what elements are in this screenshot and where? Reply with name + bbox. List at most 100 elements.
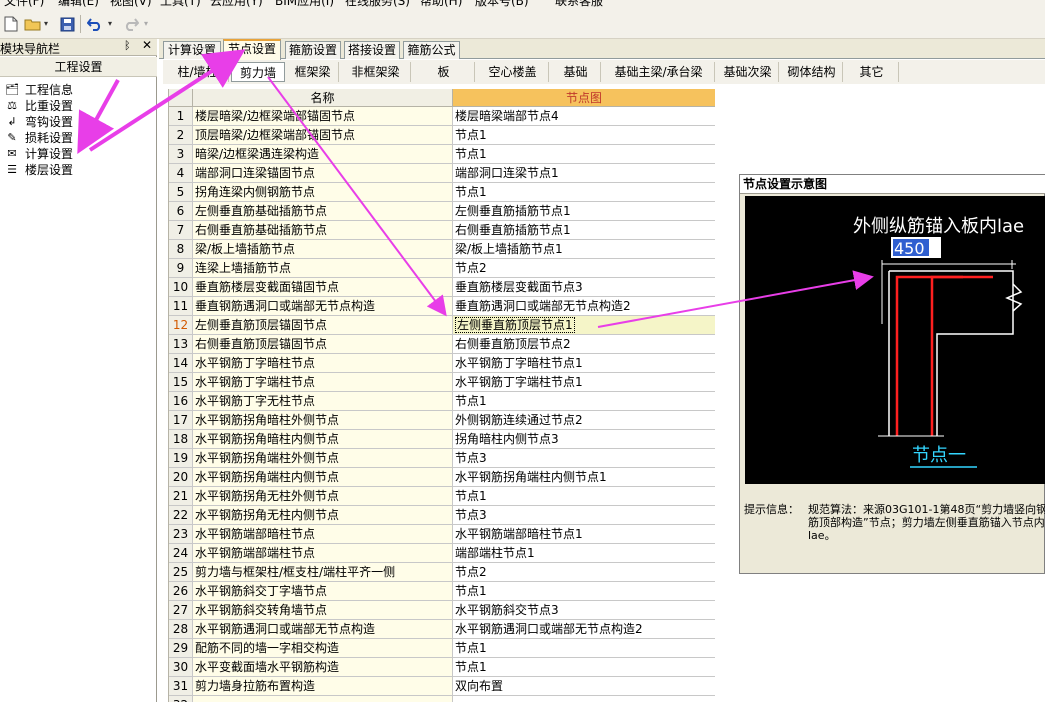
table-row[interactable]: 11 垂直钢筋遇洞口或端部无节点构造 垂直筋遇洞口或端部无节点构造2 [169, 297, 715, 316]
table-row[interactable]: 5 拐角连梁内侧钢筋节点 节点1 [169, 183, 715, 202]
row-node-value[interactable]: 右侧垂直筋插筋节点1 [453, 221, 715, 240]
table-row[interactable]: 24 水平钢筋端部端柱节点 端部端柱节点1 [169, 544, 715, 563]
menu-view[interactable]: 视图(V) [110, 0, 152, 9]
row-node-value[interactable]: 左侧垂直筋顶层节点1 [453, 316, 715, 335]
subtab-other[interactable]: 其它 [845, 62, 899, 82]
table-row[interactable]: 20 水平钢筋拐角端柱内侧节点 水平钢筋拐角端柱内侧节点1 [169, 468, 715, 487]
row-node-value[interactable]: 拐角暗柱内侧节点3 [453, 430, 715, 449]
row-node-value[interactable]: 楼层暗梁端部节点4 [453, 107, 715, 126]
subtab-hollow-slab[interactable]: 空心楼盖 [477, 62, 549, 82]
header-node-diagram[interactable]: 节点图 [453, 89, 715, 107]
save-icon[interactable] [58, 15, 76, 33]
undo-dropdown-icon[interactable]: ▾ [108, 19, 112, 28]
row-node-value[interactable]: 水平钢筋拐角端柱内侧节点1 [453, 468, 715, 487]
header-name[interactable]: 名称 [193, 89, 453, 107]
row-node-value[interactable]: 节点1 [453, 487, 715, 506]
table-row[interactable]: 22 水平钢筋拐角无柱内侧节点 节点3 [169, 506, 715, 525]
table-row[interactable]: 8 梁/板上墙插筋节点 梁/板上墙插筋节点1 [169, 240, 715, 259]
row-node-value[interactable]: 节点1 [453, 126, 715, 145]
subtab-nonframe-beam[interactable]: 非框架梁 [341, 62, 411, 82]
row-node-value[interactable]: 水平钢筋斜交节点3 [453, 601, 715, 620]
row-node-value[interactable]: 节点1 [453, 658, 715, 677]
table-row[interactable]: 10 垂直筋楼层变截面锚固节点 垂直筋楼层变截面节点3 [169, 278, 715, 297]
open-dropdown-icon[interactable]: ▾ [44, 19, 48, 28]
table-row[interactable]: 6 左侧垂直筋基础插筋节点 左侧垂直筋插筋节点1 [169, 202, 715, 221]
menu-contact[interactable]: 联系客服 [555, 0, 603, 9]
subtab-masonry[interactable]: 砌体结构 [781, 62, 843, 82]
subtab-slab[interactable]: 板 [413, 62, 475, 82]
table-row[interactable]: 21 水平钢筋拐角无柱外侧节点 节点1 [169, 487, 715, 506]
row-node-value[interactable]: 节点3 [453, 506, 715, 525]
table-row[interactable]: 29 配筋不同的墙一字相交构造 节点1 [169, 639, 715, 658]
redo-icon[interactable] [122, 15, 140, 33]
row-node-value[interactable]: 节点1 [453, 392, 715, 411]
row-node-value[interactable]: 双向布置 [453, 677, 715, 696]
row-node-value[interactable]: 外侧钢筋连续通过节点2 [453, 411, 715, 430]
tab-calc-settings[interactable]: 计算设置 [163, 41, 221, 59]
menu-bim[interactable]: BIM应用(I) [275, 0, 334, 9]
row-node-value[interactable]: 节点3 [453, 449, 715, 468]
subtab-foundation-main-beam[interactable]: 基础主梁/承台梁 [603, 62, 715, 82]
nav-item-floor[interactable]: ☰ 楼层设置 [4, 161, 73, 177]
table-row[interactable]: 19 水平钢筋拐角端柱外侧节点 节点3 [169, 449, 715, 468]
menu-tools[interactable]: 工具(T) [160, 0, 201, 9]
table-row[interactable]: 13 右侧垂直筋顶层锚固节点 右侧垂直筋顶层节点2 [169, 335, 715, 354]
pin-icon[interactable]: ᛒ [124, 39, 131, 52]
subtab-foundation[interactable]: 基础 [551, 62, 601, 82]
table-row[interactable]: 9 连梁上墙插筋节点 节点2 [169, 259, 715, 278]
table-row[interactable]: 15 水平钢筋丁字端柱节点 水平钢筋丁字端柱节点1 [169, 373, 715, 392]
table-row[interactable]: 12 左侧垂直筋顶层锚固节点 左侧垂直筋顶层节点1 [169, 316, 715, 335]
row-node-value[interactable]: 节点2 [453, 259, 715, 278]
close-icon[interactable]: ✕ [142, 38, 152, 52]
row-node-value[interactable]: 节点1 [453, 582, 715, 601]
nav-section-project-settings[interactable]: 工程设置 [0, 57, 157, 77]
nav-item-hook[interactable]: ↲ 弯钩设置 [4, 113, 73, 129]
table-row[interactable]: 25 剪力墙与框架柱/框支柱/端柱平齐一侧 节点2 [169, 563, 715, 582]
row-node-value[interactable]: 水平钢筋丁字端柱节点1 [453, 373, 715, 392]
table-row[interactable]: 17 水平钢筋拐角暗柱外侧节点 外侧钢筋连续通过节点2 [169, 411, 715, 430]
row-node-value[interactable]: 水平钢筋丁字暗柱节点1 [453, 354, 715, 373]
undo-icon[interactable] [86, 15, 104, 33]
table-row[interactable]: 26 水平钢筋斜交丁字墙节点 节点1 [169, 582, 715, 601]
row-node-value[interactable]: 端部端柱节点1 [453, 544, 715, 563]
table-row[interactable]: 7 右侧垂直筋基础插筋节点 右侧垂直筋插筋节点1 [169, 221, 715, 240]
row-node-value[interactable] [453, 696, 715, 702]
menu-cloud[interactable]: 云应用(Y) [210, 0, 263, 9]
row-node-value[interactable]: 右侧垂直筋顶层节点2 [453, 335, 715, 354]
row-node-value[interactable]: 节点1 [453, 639, 715, 658]
subtab-column-wall[interactable]: 柱/墙柱 [167, 62, 229, 82]
table-row[interactable]: 2 顶层暗梁/边框梁端部锚固节点 节点1 [169, 126, 715, 145]
table-row[interactable]: 32 [169, 696, 715, 702]
table-row[interactable]: 3 暗梁/边框梁遇连梁构造 节点1 [169, 145, 715, 164]
tab-stirrup-formula[interactable]: 箍筋公式 [403, 41, 460, 59]
row-node-value[interactable]: 垂直筋遇洞口或端部无节点构造2 [453, 297, 715, 316]
table-row[interactable]: 31 剪力墙身拉筋布置构造 双向布置 [169, 677, 715, 696]
row-node-value[interactable]: 垂直筋楼层变截面节点3 [453, 278, 715, 297]
row-node-value[interactable]: 左侧垂直筋插筋节点1 [453, 202, 715, 221]
nav-item-loss[interactable]: ✎ 损耗设置 [4, 129, 73, 145]
row-node-value[interactable]: 梁/板上墙插筋节点1 [453, 240, 715, 259]
nav-item-project-info[interactable]: 🗂 工程信息 [4, 81, 73, 97]
tab-stirrup-settings[interactable]: 箍筋设置 [285, 41, 341, 59]
row-node-value[interactable]: 端部洞口连梁节点1 [453, 164, 715, 183]
subtab-foundation-secondary-beam[interactable]: 基础次梁 [717, 62, 779, 82]
nav-item-calc-settings[interactable]: ✉ 计算设置 [4, 144, 74, 162]
row-node-value[interactable]: 节点2 [453, 563, 715, 582]
menu-version[interactable]: 版本号(B) [475, 0, 529, 9]
menu-online[interactable]: 在线服务(S) [345, 0, 410, 9]
open-folder-icon[interactable] [24, 15, 42, 33]
tab-lap-settings[interactable]: 搭接设置 [344, 41, 400, 59]
table-row[interactable]: 16 水平钢筋丁字无柱节点 节点1 [169, 392, 715, 411]
table-row[interactable]: 30 水平变截面墙水平钢筋构造 节点1 [169, 658, 715, 677]
row-node-value[interactable]: 节点1 [453, 183, 715, 202]
subtab-frame-beam[interactable]: 框架梁 [287, 62, 339, 82]
menu-help[interactable]: 帮助(H) [420, 0, 462, 9]
diagram-value[interactable]: 450 [894, 239, 925, 258]
table-row[interactable]: 23 水平钢筋端部暗柱节点 水平钢筋端部暗柱节点1 [169, 525, 715, 544]
redo-dropdown-icon[interactable]: ▾ [144, 19, 148, 28]
new-file-icon[interactable] [2, 15, 20, 33]
row-node-value[interactable]: 节点1 [453, 145, 715, 164]
table-row[interactable]: 4 端部洞口连梁锚固节点 端部洞口连梁节点1 [169, 164, 715, 183]
table-row[interactable]: 1 楼层暗梁/边框梁端部锚固节点 楼层暗梁端部节点4 [169, 107, 715, 126]
row-node-value[interactable]: 水平钢筋端部暗柱节点1 [453, 525, 715, 544]
